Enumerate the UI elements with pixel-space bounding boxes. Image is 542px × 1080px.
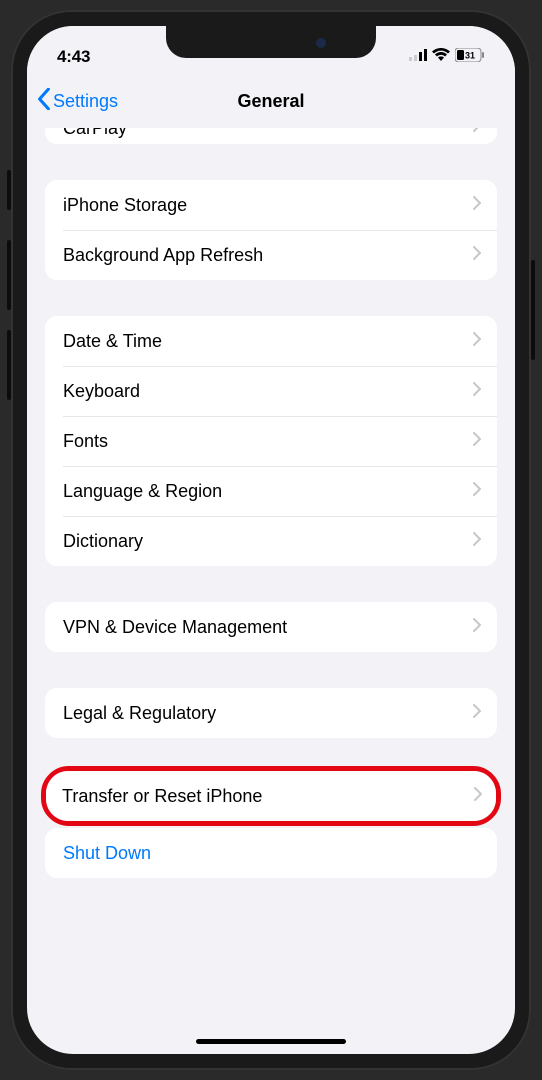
back-label: Settings	[53, 91, 118, 112]
row-keyboard[interactable]: Keyboard	[45, 366, 497, 416]
side-button	[7, 170, 11, 210]
row-label: Fonts	[63, 431, 108, 452]
svg-text:31: 31	[465, 50, 475, 60]
settings-group: Date & Time Keyboard Fonts Language & Re…	[45, 316, 497, 566]
battery-icon: 31	[455, 48, 485, 67]
row-vpn[interactable]: VPN & Device Management	[45, 602, 497, 652]
row-label: CarPlay	[63, 128, 127, 139]
chevron-right-icon	[473, 196, 481, 215]
chevron-right-icon	[473, 482, 481, 501]
chevron-right-icon	[473, 332, 481, 351]
row-label: Dictionary	[63, 531, 143, 552]
chevron-right-icon	[473, 704, 481, 723]
row-transfer-reset[interactable]: Transfer or Reset iPhone	[46, 771, 496, 821]
cellular-icon	[409, 48, 427, 66]
side-button	[7, 240, 11, 310]
content[interactable]: CarPlay iPhone Storage Background App Re…	[27, 128, 515, 1054]
status-right: 31	[409, 48, 485, 67]
settings-group: iPhone Storage Background App Refresh	[45, 180, 497, 280]
row-fonts[interactable]: Fonts	[45, 416, 497, 466]
settings-group: Legal & Regulatory	[45, 688, 497, 738]
chevron-right-icon	[473, 382, 481, 401]
row-label: Date & Time	[63, 331, 162, 352]
row-label: Transfer or Reset iPhone	[62, 786, 262, 807]
chevron-left-icon	[37, 88, 51, 115]
settings-group: Transfer or Reset iPhone Shut Down	[45, 766, 497, 878]
row-label: Legal & Regulatory	[63, 703, 216, 724]
chevron-right-icon	[473, 246, 481, 265]
row-label: Shut Down	[63, 843, 151, 864]
side-button	[531, 260, 535, 360]
settings-group: CarPlay	[45, 128, 497, 144]
chevron-right-icon	[473, 432, 481, 451]
row-shutdown[interactable]: Shut Down	[45, 828, 497, 878]
row-label: Background App Refresh	[63, 245, 263, 266]
settings-group-inner: Shut Down	[45, 828, 497, 878]
side-button	[7, 330, 11, 400]
back-button[interactable]: Settings	[37, 88, 118, 115]
row-carplay[interactable]: CarPlay	[45, 128, 497, 144]
phone-frame: 4:43 31 Settings General	[11, 10, 531, 1070]
row-label: Keyboard	[63, 381, 140, 402]
row-iphone-storage[interactable]: iPhone Storage	[45, 180, 497, 230]
notch	[166, 26, 376, 58]
row-label: iPhone Storage	[63, 195, 187, 216]
home-indicator[interactable]	[196, 1039, 346, 1044]
chevron-right-icon	[473, 128, 481, 137]
settings-group: VPN & Device Management	[45, 602, 497, 652]
row-background-app-refresh[interactable]: Background App Refresh	[45, 230, 497, 280]
row-legal[interactable]: Legal & Regulatory	[45, 688, 497, 738]
page-title: General	[237, 91, 304, 112]
row-date-time[interactable]: Date & Time	[45, 316, 497, 366]
chevron-right-icon	[473, 532, 481, 551]
row-dictionary[interactable]: Dictionary	[45, 516, 497, 566]
nav-bar: Settings General	[27, 74, 515, 128]
row-label: Language & Region	[63, 481, 222, 502]
status-time: 4:43	[57, 47, 90, 67]
screen: 4:43 31 Settings General	[27, 26, 515, 1054]
chevron-right-icon	[474, 787, 482, 806]
chevron-right-icon	[473, 618, 481, 637]
row-label: VPN & Device Management	[63, 617, 287, 638]
wifi-icon	[432, 48, 450, 66]
row-language-region[interactable]: Language & Region	[45, 466, 497, 516]
highlight-annotation: Transfer or Reset iPhone	[41, 766, 501, 826]
